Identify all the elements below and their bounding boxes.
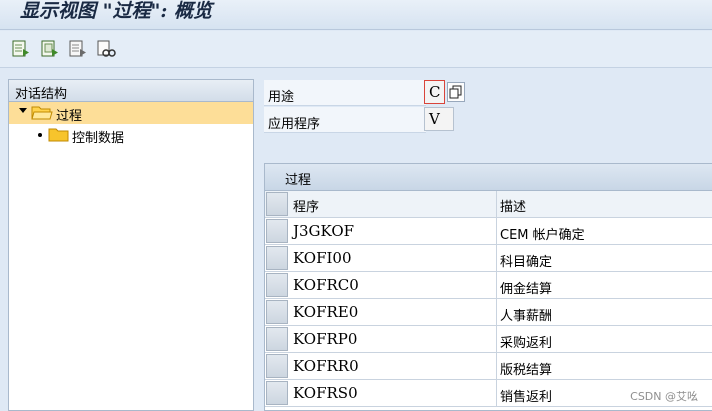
tree-item-control-data[interactable]: 控制数据 [9,124,253,146]
description-cell[interactable]: 佣金结算 [498,272,712,299]
value-help-button[interactable] [447,82,465,102]
tree-item-process[interactable]: 过程 [9,102,253,124]
description-cell[interactable]: 科目确定 [498,245,712,272]
expand-triangle-icon[interactable] [19,108,27,114]
table-row[interactable]: KOFRE0 人事薪酬 [265,299,712,326]
table-row[interactable]: KOFI00 科目确定 [265,245,712,272]
table-row[interactable]: KOFRC0 佣金结算 [265,272,712,299]
table-row[interactable]: KOFRP0 采购返利 [265,326,712,353]
row-selector[interactable] [266,354,288,378]
table-row[interactable]: KOFRR0 版税结算 [265,353,712,380]
table-title: 过程 [265,164,712,191]
program-cell[interactable]: KOFRP0 [290,326,497,353]
title-bar: 显示视图 "过程": 概览 [0,0,712,30]
program-cell[interactable]: KOFRE0 [290,299,497,326]
description-cell[interactable]: 采购返利 [498,326,712,353]
application-label: 应用程序 [264,107,426,133]
watermark: CSDN @艾吆 [630,390,698,403]
description-cell[interactable]: 人事薪酬 [498,299,712,326]
new-entries-icon[interactable] [11,39,31,59]
select-all-icon[interactable] [96,39,116,59]
program-cell[interactable]: KOFI00 [290,245,497,272]
row-selector[interactable] [266,300,288,324]
description-cell[interactable]: CEM 帐户确定 [498,218,712,245]
process-table: 过程 程序 描述 J3GKOF CEM 帐户确定 KOFI00 科目确定 KOF… [264,163,712,411]
column-header-description[interactable]: 描述 [498,191,712,218]
row-selector[interactable] [266,219,288,243]
delete-icon[interactable] [68,39,88,59]
folder-icon [48,128,69,142]
application-field[interactable]: V [424,107,454,131]
row-selector[interactable] [266,273,288,297]
select-all-rows-button[interactable] [266,192,288,216]
application-toolbar [0,31,712,68]
usage-field[interactable]: C [424,80,445,104]
description-cell[interactable]: 版税结算 [498,353,712,380]
row-selector[interactable] [266,246,288,270]
column-header-program[interactable]: 程序 [290,191,497,218]
value-help-icon [449,85,462,99]
open-folder-icon [31,106,53,120]
program-cell[interactable]: KOFRC0 [290,272,497,299]
row-selector[interactable] [266,327,288,351]
row-selector[interactable] [266,381,288,405]
dialog-structure-panel: 对话结构 过程 控制数据 [8,79,254,411]
tree-item-label: 控制数据 [72,131,125,146]
table-header-row: 程序 描述 [265,191,712,218]
tree-item-label: 过程 [56,109,83,124]
dialog-structure-header: 对话结构 [9,80,253,102]
usage-label: 用途 [264,80,426,106]
copy-icon[interactable] [40,39,60,59]
program-cell[interactable]: KOFRR0 [290,353,497,380]
tree-bullet [38,133,42,137]
program-cell[interactable]: J3GKOF [290,218,497,245]
table-row[interactable]: J3GKOF CEM 帐户确定 [265,218,712,245]
program-cell[interactable]: KOFRS0 [290,380,497,407]
window-title: 显示视图 "过程": 概览 [20,0,213,22]
